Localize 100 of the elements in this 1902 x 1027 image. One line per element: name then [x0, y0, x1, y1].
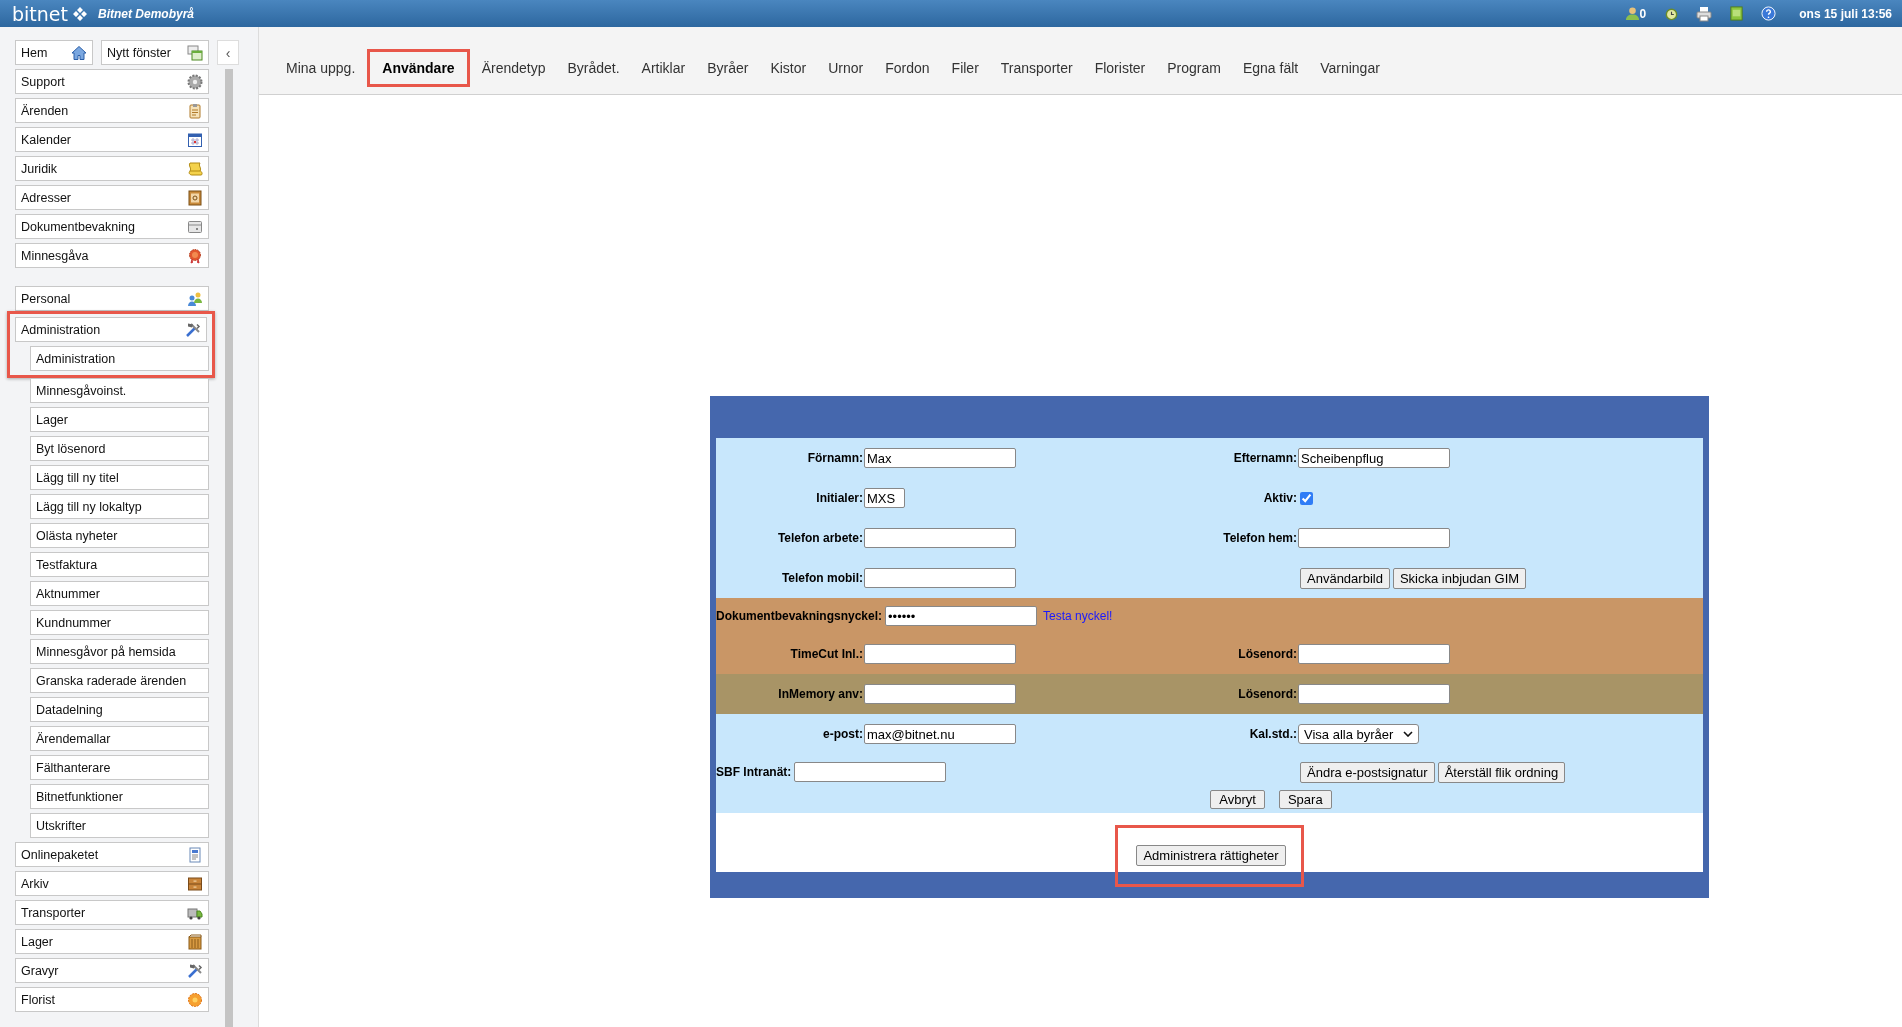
- tab[interactable]: Transporter: [990, 48, 1083, 87]
- sidebar-item[interactable]: Onlinepaketet: [15, 842, 209, 867]
- gear-icon: [187, 73, 203, 90]
- calendar-icon: [187, 131, 203, 148]
- sidebar-item[interactable]: Datadelning: [30, 697, 209, 722]
- tab[interactable]: Ärendetyp: [471, 48, 556, 87]
- field-label: Initialer:: [815, 491, 863, 505]
- scrollbar[interactable]: [225, 69, 233, 1027]
- sidebar-item[interactable]: Lager: [30, 407, 209, 432]
- text-field[interactable]: MXS: [864, 488, 905, 508]
- sidebar-item[interactable]: Olästa nyheter: [30, 523, 209, 548]
- sidebar-item[interactable]: Ärenden: [15, 98, 209, 123]
- windows-icon: [187, 44, 203, 61]
- text-field[interactable]: [864, 528, 1016, 548]
- sidebar-item[interactable]: Hem: [15, 40, 93, 65]
- sidebar-item[interactable]: Transporter: [15, 900, 209, 925]
- sidebar-item[interactable]: Fälthanterare: [30, 755, 209, 780]
- scroll-icon: [187, 160, 203, 177]
- sidebar-item[interactable]: Granska raderade ärenden: [30, 668, 209, 693]
- sidebar-item[interactable]: Lägg till ny titel: [30, 465, 209, 490]
- field-label: Dokumentbevakningsnyckel:: [716, 609, 883, 623]
- sidebar-item[interactable]: Kalender: [15, 127, 209, 152]
- form-button[interactable]: Ändra e-postsignatur: [1300, 761, 1435, 783]
- sidebar-item[interactable]: Gravyr: [15, 958, 209, 983]
- text-field[interactable]: [864, 684, 1016, 704]
- sidebar-item[interactable]: Bitnetfunktioner: [30, 784, 209, 809]
- sidebar-item[interactable]: Support: [15, 69, 209, 94]
- note-icon[interactable]: [1729, 6, 1745, 21]
- form-button[interactable]: Spara: [1278, 790, 1332, 809]
- text-field[interactable]: [794, 762, 947, 782]
- field-label: Kal.std.:: [1248, 727, 1297, 741]
- sidebar-item[interactable]: Testfaktura: [30, 552, 209, 577]
- sidebar-item[interactable]: Arkiv: [15, 871, 209, 896]
- tab[interactable]: Artiklar: [631, 48, 696, 87]
- sidebar-item[interactable]: Minnesgåvoinst.: [30, 378, 209, 403]
- sidebar-item[interactable]: Administration: [15, 317, 207, 342]
- text-field[interactable]: Max: [864, 448, 1016, 468]
- form-button[interactable]: Användarbild: [1300, 567, 1390, 589]
- box-icon: [187, 933, 203, 950]
- alarm-clock-icon[interactable]: [1664, 6, 1680, 21]
- text-field[interactable]: ••••••: [885, 606, 1038, 626]
- collapse-button[interactable]: ‹: [217, 40, 239, 65]
- people-icon: [187, 290, 203, 307]
- tab[interactable]: Egna fält: [1232, 48, 1309, 87]
- tab[interactable]: Varningar: [1310, 48, 1390, 87]
- tab[interactable]: Florister: [1084, 48, 1156, 87]
- text-field[interactable]: max@bitnet.nu: [864, 724, 1016, 744]
- notification-count[interactable]: 0: [1639, 6, 1647, 21]
- flower-icon: [187, 991, 203, 1008]
- tab[interactable]: Byrådet.: [557, 48, 630, 87]
- house-icon: [71, 44, 87, 61]
- sidebar-item[interactable]: Ärendemallar: [30, 726, 209, 751]
- sidebar-item[interactable]: Kundnummer: [30, 610, 209, 635]
- user-icon[interactable]: [1624, 6, 1640, 21]
- sidebar-item[interactable]: Nytt fönster: [101, 40, 209, 65]
- form-button[interactable]: Återställ flik ordning: [1437, 761, 1566, 783]
- printer-icon[interactable]: [1696, 5, 1713, 22]
- tab[interactable]: Kistor: [760, 48, 817, 87]
- rosette-icon: [187, 247, 203, 264]
- sidebar-item[interactable]: Adresser: [15, 185, 209, 210]
- text-field[interactable]: [1298, 684, 1450, 704]
- text-field[interactable]: [1298, 644, 1450, 664]
- sidebar-item[interactable]: Utskrifter: [30, 813, 209, 838]
- text-field[interactable]: Scheibenpflug: [1298, 448, 1450, 468]
- sidebar-item[interactable]: Administration: [30, 346, 209, 371]
- sidebar-item[interactable]: Byt lösenord: [30, 436, 209, 461]
- sidebar-item[interactable]: Aktnummer: [30, 581, 209, 606]
- administer-rights-button[interactable]: Administrera rättigheter: [1136, 845, 1286, 866]
- dropdown[interactable]: Visa alla byråer: [1298, 724, 1420, 744]
- sidebar-item[interactable]: Minnesgåvor på hemsida: [30, 639, 209, 664]
- sidebar-item[interactable]: Lager: [15, 929, 209, 954]
- checkbox[interactable]: [1300, 491, 1313, 505]
- form-button[interactable]: Avbryt: [1210, 790, 1265, 809]
- tab[interactable]: Fordon: [875, 48, 940, 87]
- text-field[interactable]: [1298, 528, 1450, 548]
- form-button[interactable]: Skicka inbjudan GIM: [1392, 567, 1527, 589]
- field-label: Lösenord:: [1237, 687, 1297, 701]
- tab[interactable]: Användare: [367, 48, 470, 87]
- field-label: Förnamn:: [806, 451, 863, 465]
- tab[interactable]: Program: [1157, 48, 1231, 87]
- sidebar-item[interactable]: Personal: [15, 286, 209, 311]
- field-label: e-post:: [822, 727, 863, 741]
- tab[interactable]: Urnor: [818, 48, 874, 87]
- text-field[interactable]: [864, 644, 1016, 664]
- text-field[interactable]: [864, 568, 1016, 588]
- date-time: ons 15 juli 13:56: [1799, 6, 1892, 21]
- tab[interactable]: Mina uppg.: [276, 48, 366, 87]
- diamond-logo-icon: [72, 5, 88, 22]
- sidebar-item[interactable]: Florist: [15, 987, 209, 1012]
- logo[interactable]: bitnet: [12, 2, 68, 25]
- help-icon[interactable]: [1761, 6, 1777, 21]
- tab[interactable]: Byråer: [697, 48, 759, 87]
- sidebar-item[interactable]: Dokumentbevakning: [15, 214, 209, 239]
- sidebar-item[interactable]: Minnesgåva: [15, 243, 209, 268]
- safe-icon: [187, 218, 203, 235]
- chevron-down-icon: [1403, 731, 1414, 737]
- sidebar-item[interactable]: Lägg till ny lokaltyp: [30, 494, 209, 519]
- sidebar-item[interactable]: Juridik: [15, 156, 209, 181]
- tab[interactable]: Filer: [941, 48, 989, 87]
- field-label: Aktiv:: [1262, 491, 1297, 505]
